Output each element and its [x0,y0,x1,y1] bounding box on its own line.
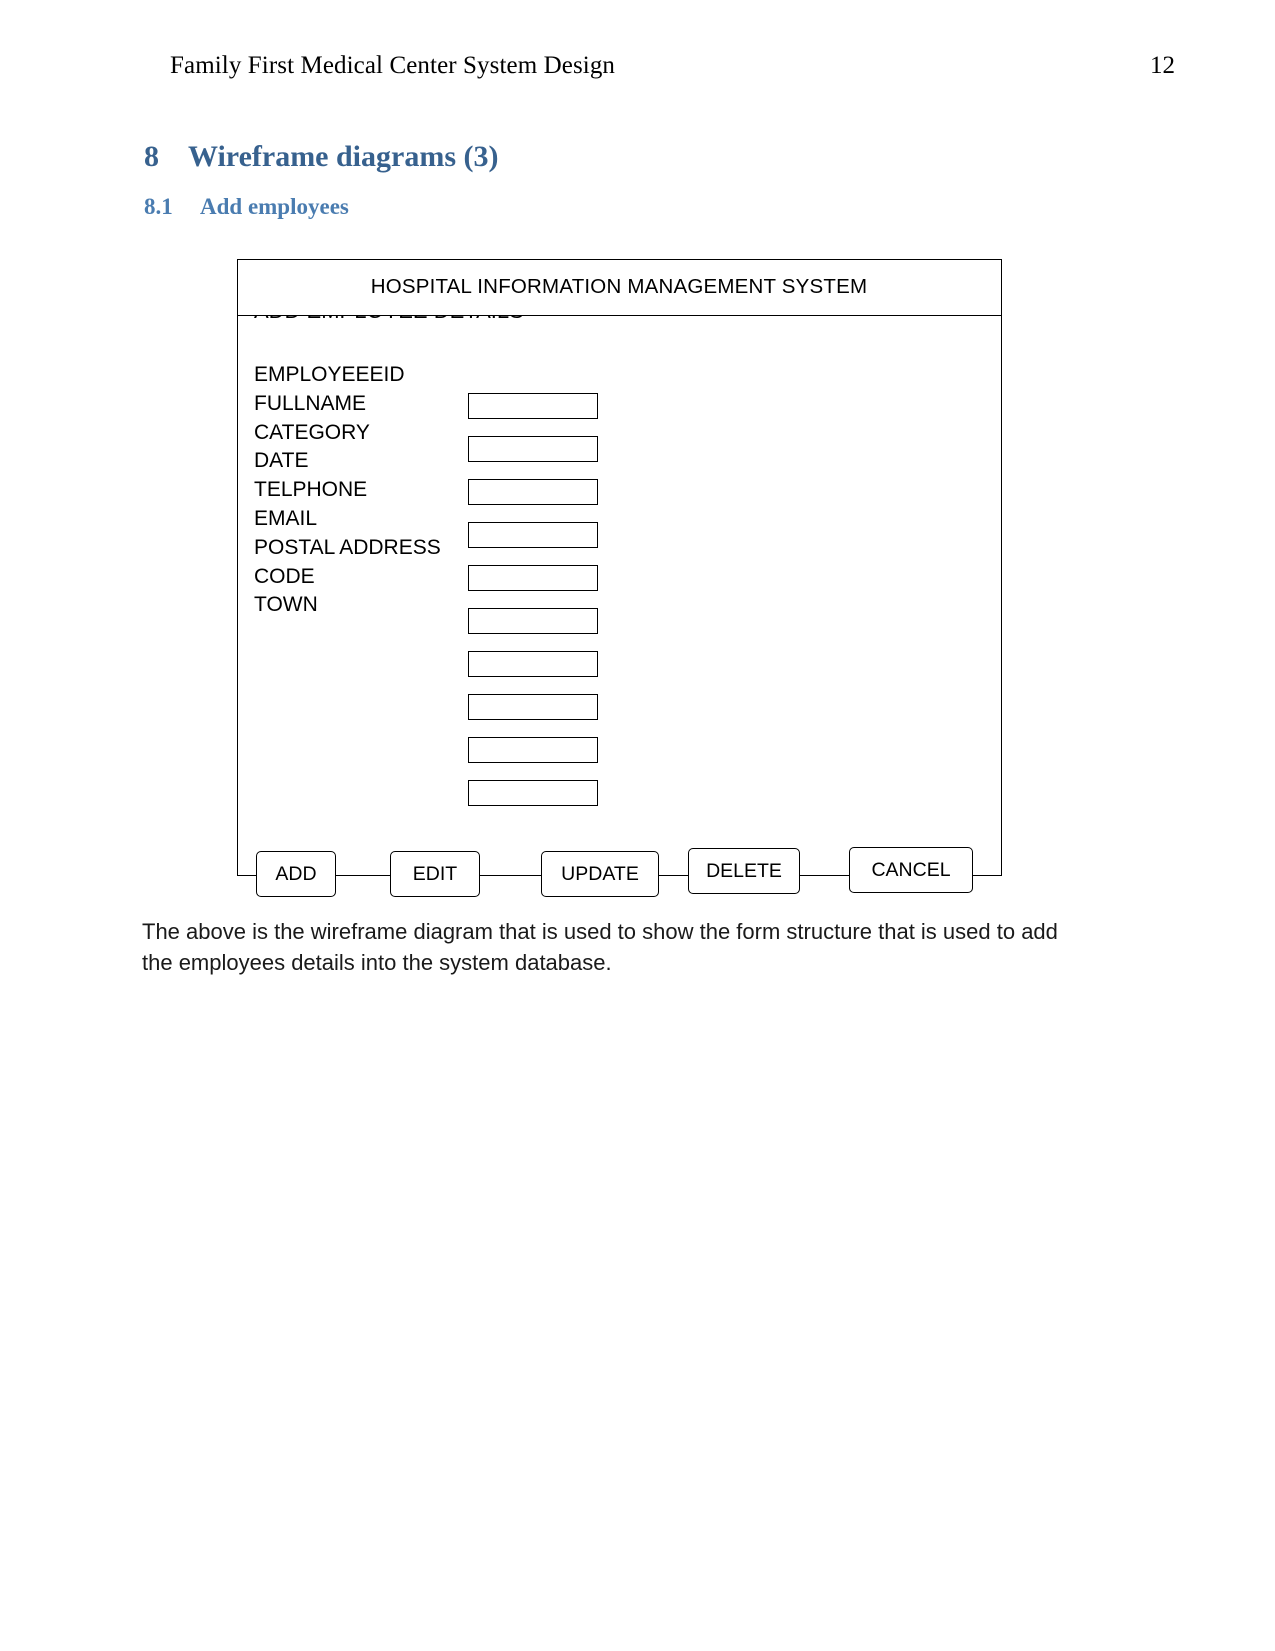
delete-button[interactable]: DELETE [688,848,800,894]
cancel-button[interactable]: CANCEL [849,847,973,893]
wireframe-body: EMPLOYEEEID FULLNAME CATEGORY DATE TELPH… [238,317,1001,897]
page-number: 12 [1150,52,1175,79]
wireframe-diagram: ADD EMPLOYEE DETAILS HOSPITAL INFORMATIO… [236,258,1002,897]
document-header-title: Family First Medical Center System Desig… [170,52,616,79]
form-button-row: ADD EDIT UPDATE DELETE CANCEL [238,317,1001,897]
document-page: Family First Medical Center System Desig… [0,0,1275,1651]
subsection-heading: 8.1 Add employees [144,194,349,220]
section-heading: 8 Wireframe diagrams (3) [144,140,498,174]
add-button[interactable]: ADD [256,851,336,897]
section-heading-text: Wireframe diagrams (3) [188,140,499,173]
section-heading-number: 8 [144,140,159,173]
figure-caption: The above is the wireframe diagram that … [142,919,1058,975]
subsection-heading-text: Add employees [200,194,349,219]
wireframe-title: HOSPITAL INFORMATION MANAGEMENT SYSTEM [370,275,868,298]
update-button[interactable]: UPDATE [541,851,659,897]
wireframe-title-bar: HOSPITAL INFORMATION MANAGEMENT SYSTEM [236,258,1002,316]
document-header: Family First Medical Center System Desig… [170,52,1175,86]
edit-button[interactable]: EDIT [390,851,480,897]
subsection-heading-number: 8.1 [144,194,173,219]
